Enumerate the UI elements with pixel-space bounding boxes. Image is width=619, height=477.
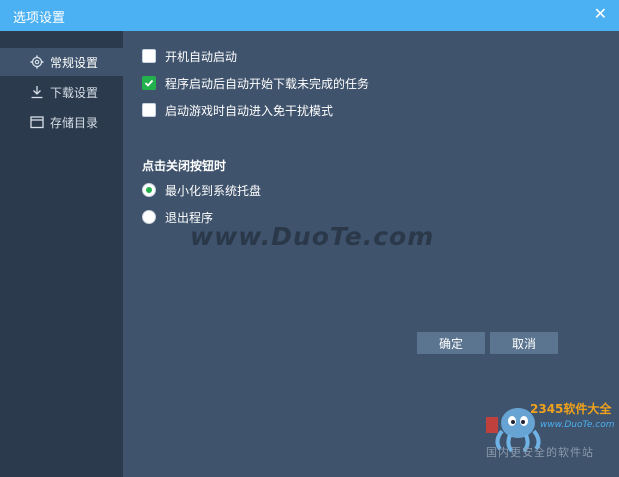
sidebar-item-storage[interactable]: 存储目录 — [0, 108, 123, 136]
option-label: 最小化到系统托盘 — [165, 183, 262, 198]
watermark-text: www.DuoTe.com — [190, 222, 435, 251]
sidebar-item-label: 存储目录 — [50, 115, 99, 130]
autostart-checkbox[interactable] — [142, 49, 156, 63]
option-label: 启动游戏时自动进入免干扰模式 — [165, 103, 334, 118]
exit-program-radio[interactable] — [142, 210, 156, 224]
sidebar: 常规设置 下载设置 存储目录 — [0, 31, 123, 477]
sidebar-item-label: 常规设置 — [50, 55, 99, 70]
auto-resume-download-checkbox[interactable] — [142, 76, 156, 90]
gear-icon — [30, 55, 44, 69]
auto-resume-download-option[interactable]: 程序启动后自动开始下载未完成的任务 — [142, 74, 369, 92]
sidebar-item-general[interactable]: 常规设置 — [0, 48, 123, 76]
close-icon[interactable]: ✕ — [594, 4, 607, 23]
folder-icon — [30, 115, 44, 129]
window-title: 选项设置 — [13, 11, 66, 26]
option-label: 程序启动后自动开始下载未完成的任务 — [165, 76, 370, 91]
cancel-button[interactable]: 取消 — [490, 332, 558, 354]
minimize-to-tray-option[interactable]: 最小化到系统托盘 — [142, 181, 261, 199]
title-bar: 选项设置 ✕ — [0, 0, 619, 31]
option-label: 开机自动启动 — [165, 49, 238, 64]
game-mode-option[interactable]: 启动游戏时自动进入免干扰模式 — [142, 101, 333, 119]
game-mode-checkbox[interactable] — [142, 103, 156, 117]
ok-button[interactable]: 确定 — [417, 332, 485, 354]
close-behavior-heading: 点击关闭按钮时 — [142, 159, 227, 173]
logo-url-text: www.DuoTe.com — [540, 420, 615, 430]
logo-brand-text: 2345软件大全 — [530, 402, 612, 416]
logo-slogan-text: 国内更安全的软件站 — [486, 446, 594, 459]
autostart-option[interactable]: 开机自动启动 — [142, 47, 237, 65]
sidebar-item-download[interactable]: 下载设置 — [0, 78, 123, 106]
minimize-to-tray-radio[interactable] — [142, 183, 156, 197]
checkmark-icon — [144, 79, 154, 87]
download-icon — [30, 85, 44, 99]
sidebar-item-label: 下载设置 — [50, 85, 99, 100]
